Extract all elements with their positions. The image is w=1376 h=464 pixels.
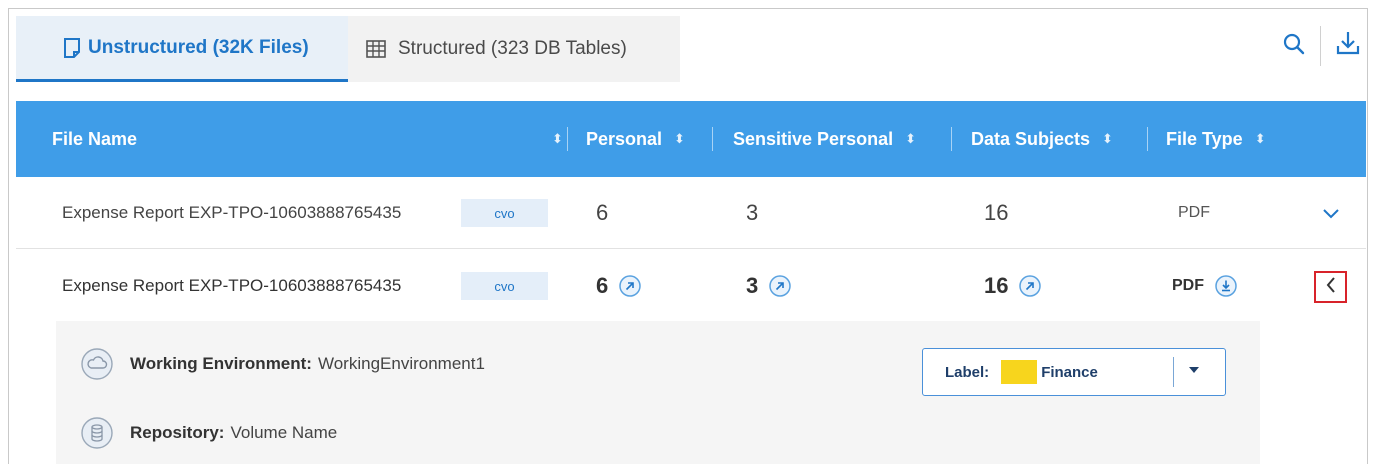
tab-unstructured[interactable]: Unstructured (32K Files) (16, 16, 348, 82)
label-key: Label: (945, 363, 990, 381)
data-subjects-count: 16 (984, 200, 1009, 225)
table-row[interactable]: Expense Report EXP-TPO-10603888765435 cv… (16, 250, 1366, 322)
column-file-type[interactable]: File Type ⬍ (1166, 101, 1266, 177)
tab-structured-label: Structured (323 DB Tables) (398, 38, 627, 59)
table-icon (366, 40, 386, 58)
tab-unstructured-label: Unstructured (32K Files) (88, 36, 309, 58)
working-environment-value: WorkingEnvironment1 (317, 354, 485, 373)
collapse-row-button[interactable] (1314, 271, 1347, 303)
personal-count: 6 (596, 200, 609, 225)
tab-structured[interactable]: Structured (323 DB Tables) (348, 16, 680, 82)
row-details-panel: Working Environment: WorkingEnvironment1… (56, 321, 1260, 464)
download-icon[interactable] (1336, 30, 1360, 61)
personal-cell: 6 (596, 250, 642, 322)
working-environment-badge: cvo (461, 199, 548, 227)
investigate-arrow-icon[interactable] (1018, 274, 1042, 298)
personal-count: 6 (596, 273, 609, 298)
sort-icon[interactable]: ⬍ (1102, 131, 1113, 147)
caret-down-icon[interactable] (1187, 363, 1201, 381)
dropdown-divider (1173, 357, 1174, 387)
working-environment-line: Working Environment: WorkingEnvironment1 (80, 347, 485, 381)
search-icon[interactable] (1282, 32, 1306, 61)
sort-icon[interactable]: ⬍ (905, 131, 916, 147)
label-dropdown[interactable]: Label: Finance (922, 348, 1226, 396)
chevron-left-icon (1325, 276, 1337, 299)
column-label: File Name (52, 128, 138, 149)
column-separator (567, 127, 568, 151)
badge-cell: cvo (461, 250, 548, 322)
sort-icon[interactable]: ⬍ (674, 131, 685, 147)
file-type: PDF (1172, 277, 1204, 294)
table-header: File Name ⬍ Personal ⬍ Sensitive Persona… (16, 101, 1366, 177)
file-type-cell: PDF (1172, 250, 1238, 322)
column-label: Personal (586, 128, 663, 149)
label-value: Finance (1041, 363, 1098, 381)
data-subjects-cell: 16 (984, 250, 1042, 322)
file-name-cell: Expense Report EXP-TPO-10603888765435 (62, 276, 402, 295)
investigate-arrow-icon[interactable] (618, 274, 642, 298)
badge-cell: cvo (461, 177, 548, 249)
cloud-icon (80, 347, 114, 381)
repository-value: Volume Name (230, 423, 338, 442)
working-environment-key: Working Environment: (130, 354, 312, 373)
tab-bar: Unstructured (32K Files) Structured (323… (16, 16, 680, 82)
file-type: PDF (1178, 204, 1210, 221)
sort-icon[interactable]: ⬍ (552, 131, 563, 147)
sort-icon[interactable]: ⬍ (1255, 131, 1266, 147)
download-file-icon[interactable] (1214, 274, 1238, 298)
column-data-subjects[interactable]: Data Subjects ⬍ (971, 101, 1113, 177)
sensitive-personal-count: 3 (746, 273, 759, 298)
document-icon (62, 37, 82, 59)
repository-line: Repository: Volume Name (80, 416, 337, 450)
investigate-arrow-icon[interactable] (768, 274, 792, 298)
table-row[interactable]: Expense Report EXP-TPO-10603888765435 cv… (16, 177, 1366, 249)
column-label: File Type (1166, 128, 1243, 149)
sensitive-personal-count: 3 (746, 200, 759, 225)
toolbar-divider (1320, 26, 1321, 66)
column-file-name[interactable]: File Name ⬍ (52, 101, 563, 177)
chevron-down-icon[interactable] (1322, 177, 1340, 249)
data-subjects-count: 16 (984, 273, 1009, 298)
working-environment-badge: cvo (461, 272, 548, 300)
repository-key: Repository: (130, 423, 225, 442)
column-label: Data Subjects (971, 128, 1091, 149)
column-sensitive-personal[interactable]: Sensitive Personal ⬍ (733, 101, 916, 177)
sensitive-personal-cell: 3 (746, 250, 792, 322)
column-separator (951, 127, 952, 151)
column-separator (1147, 127, 1148, 151)
label-color-swatch (1001, 360, 1038, 384)
database-icon (80, 416, 114, 450)
column-separator (712, 127, 713, 151)
file-name-cell: Expense Report EXP-TPO-10603888765435 (62, 203, 402, 222)
column-personal[interactable]: Personal ⬍ (586, 101, 685, 177)
column-label: Sensitive Personal (733, 128, 894, 149)
